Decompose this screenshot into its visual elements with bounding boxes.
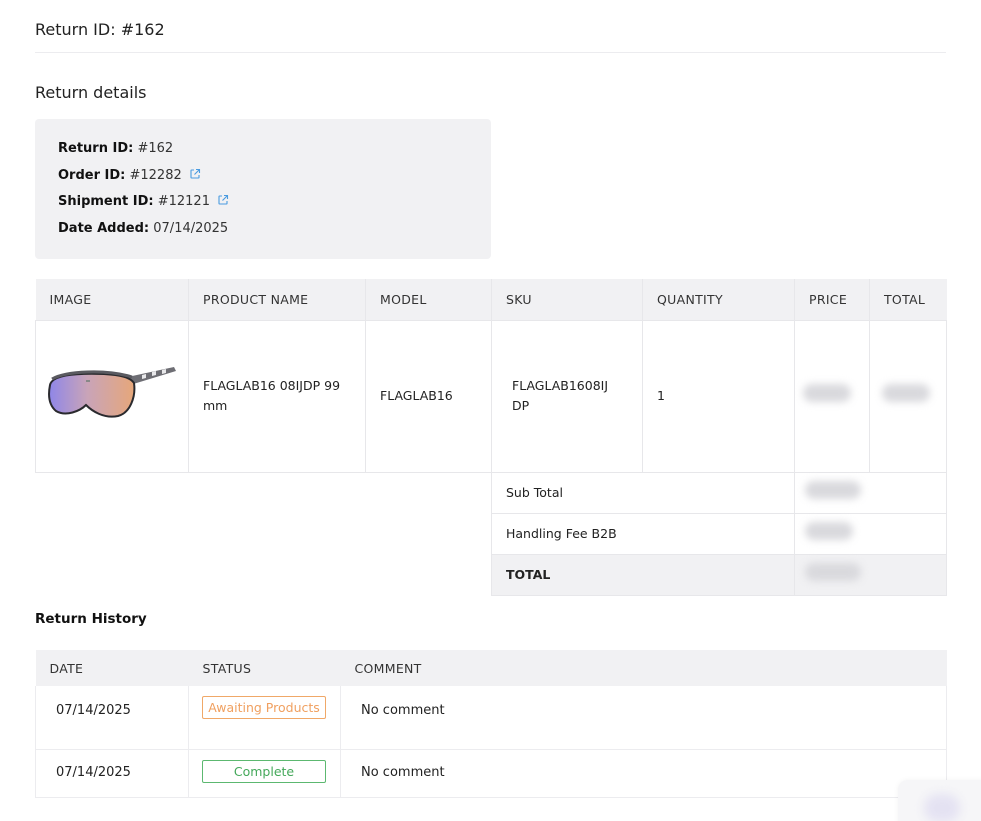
detail-order-id: Order ID: #12282 (58, 163, 468, 190)
order-id-value: #12282 (129, 167, 182, 183)
handling-fee-label: Handling Fee B2B (491, 512, 795, 555)
history-comment: No comment (340, 686, 947, 750)
subtotal-row: Sub Total (36, 471, 947, 514)
grand-total-redacted (805, 562, 861, 581)
external-link-icon[interactable] (217, 194, 229, 206)
detail-return-id: Return ID: #162 (58, 136, 468, 163)
external-link-icon[interactable] (189, 168, 201, 180)
total-redacted (882, 384, 930, 402)
handling-fee-value (794, 512, 947, 555)
col-date: DATE (35, 650, 189, 686)
shipment-id-value: #12121 (157, 194, 210, 209)
table-row: FLAGLAB16 08IJDP 99 mm FLAGLAB16 FLAGLAB… (35, 319, 947, 473)
return-details-card: Return ID: #162 Order ID: #12282 Shipmen… (35, 119, 491, 259)
model-cell: FLAGLAB16 (365, 319, 492, 473)
history-status-cell: Complete (188, 749, 341, 798)
grand-total-value (794, 553, 947, 596)
detail-date-added: Date Added: 07/14/2025 (58, 216, 468, 243)
price-cell (794, 319, 870, 473)
date-added-label: Date Added: (58, 220, 150, 236)
col-total: TOTAL (869, 279, 947, 320)
table-row: 07/14/2025 Complete No comment (35, 749, 947, 798)
return-id-value: #162 (137, 141, 174, 156)
shipment-id-label: Shipment ID: (58, 194, 154, 209)
col-image: IMAGE (35, 279, 189, 320)
chat-widget-button[interactable] (898, 780, 981, 821)
grand-total-label: TOTAL (491, 553, 795, 596)
status-badge: Complete (202, 759, 326, 783)
quantity-cell: 1 (642, 319, 795, 473)
page-title: Return ID: #162 (35, 20, 165, 39)
sunglasses-image (48, 367, 176, 418)
col-comment: COMMENT (340, 650, 947, 686)
status-badge: Awaiting Products (202, 696, 326, 719)
subtotal-label: Sub Total (491, 471, 795, 514)
return-page: Return ID: #162 Return details Return ID… (0, 0, 981, 821)
order-id-label: Order ID: (58, 167, 126, 183)
col-model: MODEL (365, 279, 492, 320)
detail-shipment-id: Shipment ID: #12121 (58, 189, 468, 216)
history-status-cell: Awaiting Products (188, 686, 341, 750)
return-details-title: Return details (35, 83, 147, 102)
subtotal-redacted (805, 480, 861, 499)
return-history-title: Return History (35, 611, 147, 627)
product-name-cell: FLAGLAB16 08IJDP 99 mm (188, 319, 366, 473)
total-cell (869, 319, 947, 473)
products-header-row: IMAGE PRODUCT NAME MODEL SKU QUANTITY PR… (35, 279, 947, 320)
return-id-label: Return ID: (58, 141, 134, 156)
date-added-value: 07/14/2025 (153, 220, 229, 236)
products-table: IMAGE PRODUCT NAME MODEL SKU QUANTITY PR… (35, 279, 947, 596)
chat-widget-icon (924, 794, 960, 821)
col-status: STATUS (188, 650, 341, 686)
col-sku: SKU (491, 279, 643, 320)
price-redacted (803, 384, 851, 402)
page-header: Return ID: #162 (35, 20, 946, 53)
grand-total-row: TOTAL (36, 553, 947, 596)
col-price: PRICE (794, 279, 870, 320)
history-date: 07/14/2025 (35, 686, 189, 750)
return-history-table: DATE STATUS COMMENT 07/14/2025 Awaiting … (35, 650, 947, 798)
history-comment: No comment (340, 749, 947, 798)
product-image-cell (35, 319, 189, 473)
handling-fee-redacted (805, 521, 853, 540)
sku-cell: FLAGLAB1608IJ DP (491, 319, 643, 473)
history-header-row: DATE STATUS COMMENT (35, 650, 947, 686)
col-quantity: QUANTITY (642, 279, 795, 320)
history-date: 07/14/2025 (35, 749, 189, 798)
table-row: 07/14/2025 Awaiting Products No comment (35, 686, 947, 750)
handling-fee-row: Handling Fee B2B (36, 512, 947, 555)
subtotal-value (794, 471, 947, 514)
col-product-name: PRODUCT NAME (188, 279, 366, 320)
